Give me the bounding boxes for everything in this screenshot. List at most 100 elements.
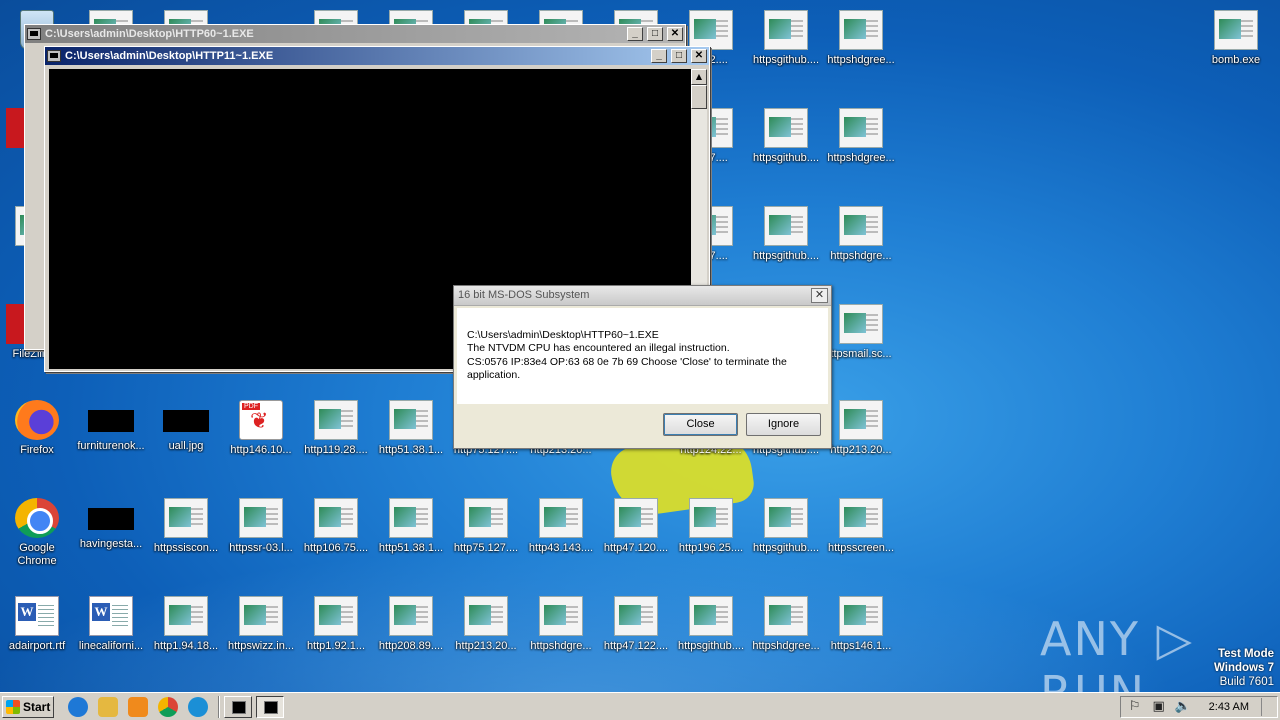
desktop-icon-label: httpsgithub.... [677,640,745,652]
show-desktop-button[interactable] [1261,697,1271,716]
edge-icon[interactable] [188,696,208,717]
desktop-icon-label: http196.25.... [678,542,744,554]
desktop-icon-httpssiscon[interactable]: httpssiscon... [149,494,223,584]
volume-icon[interactable]: 🔈 [1175,699,1191,715]
taskbar-separator [218,695,220,718]
desktop-icon-linecalifornia[interactable]: Wlinecaliforni... [74,592,148,682]
desktop-icon-http47b[interactable]: http47.122.... [599,592,673,682]
close-dialog-button[interactable]: Close [663,413,738,436]
maximize-button[interactable]: □ [671,49,687,63]
desktop-icon-http119[interactable]: http119.28.... [299,396,373,486]
desktop-icon-label: furniturenok... [77,440,145,452]
close-button[interactable]: ✕ [691,49,707,63]
desktop-icon-label: httpshdgre... [830,250,892,262]
console-back-titlebar[interactable]: C:\Users\admin\Desktop\HTTP60~1.EXE _ □ … [25,25,685,43]
desktop-icon-r1c[interactable]: httpshdgree... [824,6,898,96]
start-button[interactable]: Start [2,695,54,718]
html-file-icon [164,498,208,538]
desktop-icon-adairport[interactable]: Wadairport.rtf [0,592,74,682]
pdf-file-icon: PDF [239,400,283,440]
desktop-icon-httpssr[interactable]: httpssr-03.l... [224,494,298,584]
desktop-icon-http47a[interactable]: http47.120.... [599,494,673,584]
dialog-title: 16 bit MS-DOS Subsystem [458,289,590,301]
desktop-icon-http196[interactable]: http196.25.... [674,494,748,584]
desktop-icon-http51a[interactable]: http51.38.1... [374,396,448,486]
close-button[interactable]: ✕ [667,27,683,41]
desktop-icon-http213b[interactable]: http213.20... [824,396,898,486]
desktop-icon-r4c[interactable]: ttpsmail.sc... [824,300,898,390]
desktop-icon-http106[interactable]: http106.75.... [299,494,373,584]
desktop-icon-http192[interactable]: http1.92.1... [299,592,373,682]
desktop-icon-httpsgithub3[interactable]: httpsgithub.... [674,592,748,682]
desktop-icon-firefox[interactable]: Firefox [0,396,74,486]
desktop-icon-http51b[interactable]: http51.38.1... [374,494,448,584]
ignore-button[interactable]: Ignore [746,413,821,436]
desktop-icon-furniturenok[interactable]: furniturenok... [74,396,148,486]
desktop-icon-http146pdf[interactable]: PDF http146.10... [224,396,298,486]
html-file-icon [764,206,808,246]
console-front-titlebar[interactable]: C:\Users\admin\Desktop\HTTP11~1.EXE _ □ … [45,47,709,65]
desktop-icon-bomb[interactable]: bomb.exe [1199,6,1273,96]
desktop-icon-r2c[interactable]: httpshdgree... [824,104,898,194]
desktop-icon-http75b[interactable]: http75.127.... [449,494,523,584]
desktop-icon-label: httpshdgree... [752,640,820,652]
system-tray: ⚐ ▣ 🔈 2:43 AM [1119,695,1278,718]
explorer-icon[interactable] [98,696,118,717]
maximize-button[interactable]: □ [647,27,663,41]
html-file-icon [764,498,808,538]
desktop-icon-http43[interactable]: http43.143.... [524,494,598,584]
html-file-icon [689,498,733,538]
html-file-icon [839,206,883,246]
action-center-flag-icon[interactable]: ⚐ [1127,699,1143,715]
html-file-icon [539,498,583,538]
dialog-message-line: The NTVDM CPU has encountered an illegal… [467,342,730,355]
clock[interactable]: 2:43 AM [1209,701,1249,713]
network-icon[interactable]: ▣ [1151,699,1167,715]
desktop-icon-httpswizz[interactable]: httpswizz.in... [224,592,298,682]
minimize-button[interactable]: _ [651,49,667,63]
desktop-icon-label: httpsscreen... [827,542,895,554]
desktop-icon-http194[interactable]: http1.94.18... [149,592,223,682]
desktop-icon-label: http146.10... [230,444,292,456]
html-file-icon [389,498,433,538]
minimize-button[interactable]: _ [627,27,643,41]
desktop-icon-chrome[interactable]: Google Chrome [0,494,74,584]
taskbar-console-front[interactable] [256,695,284,718]
firefox-file-icon [15,400,59,440]
start-label: Start [23,699,51,714]
desktop-icon-r3c[interactable]: httpshdgre... [824,202,898,292]
desktop-icon-r3b[interactable]: httpsgithub.... [749,202,823,292]
dialog-message: C:\Users\admin\Desktop\HTTP60~1.EXE The … [457,308,828,404]
dialog-titlebar[interactable]: 16 bit MS-DOS Subsystem ✕ [454,286,831,306]
media-player-icon[interactable] [128,696,148,717]
dialog-close-button[interactable]: ✕ [811,288,828,303]
desktop-icon-uall[interactable]: uall.jpg [149,396,223,486]
ie-icon[interactable] [68,696,88,717]
taskbar-console-back[interactable] [224,695,252,718]
desktop-icon-https146[interactable]: https146.1... [824,592,898,682]
desktop-icon-httpsscreen[interactable]: httpsscreen... [824,494,898,584]
html-file-icon [314,596,358,636]
desktop-icon-httpshdgree1[interactable]: httpshdgree... [749,592,823,682]
desktop-icon-label: http43.143.... [528,542,594,554]
desktop-icon-label: http51.38.1... [378,542,444,554]
desktop-icon-http208[interactable]: http208.89.... [374,592,448,682]
desktop-icon-label: httpswizz.in... [227,640,295,652]
chrome-icon[interactable] [158,696,178,717]
desktop-icon-httpsgithub2[interactable]: httpsgithub.... [749,494,823,584]
desktop-icon-havingesta[interactable]: havingesta... [74,494,148,584]
html-file-icon [839,108,883,148]
scroll-thumb[interactable] [691,85,707,109]
dialog-message-line: CS:0576 IP:83e4 OP:63 68 0e 7b 69 Choose… [467,355,787,368]
desktop-icon-r2b[interactable]: httpsgithub.... [749,104,823,194]
html-file-icon [839,400,883,440]
desktop-icon-r1b[interactable]: httpsgithub.... [749,6,823,96]
html-file-icon [464,498,508,538]
html-file-icon [689,10,733,50]
desktop-icon-label: httpshdgree... [827,152,895,164]
desktop-icon-http213c[interactable]: http213.20... [449,592,523,682]
desktop-icon-label: httpsgithub.... [752,542,820,554]
html-file-icon [239,498,283,538]
desktop-icon-httpshdgre1[interactable]: httpshdgre... [524,592,598,682]
scroll-up-button[interactable]: ▲ [691,69,707,85]
